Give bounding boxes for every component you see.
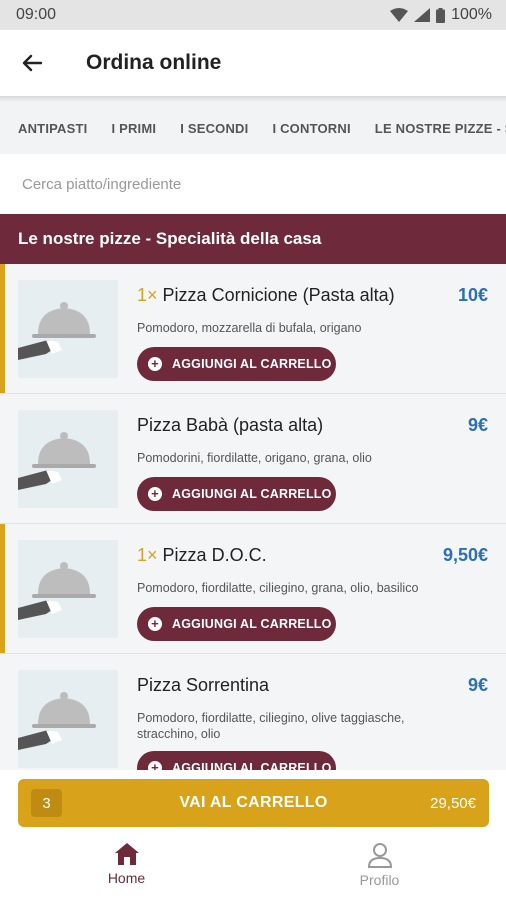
quantity-badge: 1× bbox=[137, 285, 158, 305]
go-to-cart-button[interactable]: 3 VAI AL CARRELLO 29,50€ bbox=[18, 779, 489, 827]
dish-name-text: Pizza D.O.C. bbox=[162, 545, 267, 565]
nav-label-profile: Profilo bbox=[359, 872, 400, 888]
dish-placeholder-image bbox=[18, 410, 118, 508]
plus-icon: + bbox=[148, 357, 162, 371]
add-to-cart-button[interactable]: + AGGIUNGI AL CARRELLO bbox=[137, 751, 336, 770]
tab-i-primi[interactable]: I PRIMI bbox=[111, 121, 156, 136]
tab-i-contorni[interactable]: I CONTORNI bbox=[272, 121, 350, 136]
home-icon bbox=[114, 843, 139, 865]
add-to-cart-button[interactable]: + AGGIUNGI AL CARRELLO bbox=[137, 607, 336, 641]
dish-name: Pizza Sorrentina bbox=[137, 675, 269, 696]
list-item[interactable]: 1× Pizza Cornicione (Pasta alta) 10€ Pom… bbox=[0, 264, 506, 394]
status-bar: 09:00 100% bbox=[0, 0, 506, 30]
add-to-cart-label: AGGIUNGI AL CARRELLO bbox=[172, 617, 332, 631]
dish-name-text: Pizza Cornicione (Pasta alta) bbox=[162, 285, 395, 305]
app-bar: Ordina online bbox=[0, 30, 506, 96]
dish-placeholder-image bbox=[18, 540, 118, 638]
dish-price: 9,50€ bbox=[442, 545, 488, 565]
add-to-cart-button[interactable]: + AGGIUNGI AL CARRELLO bbox=[137, 477, 336, 511]
list-item[interactable]: 1× Pizza D.O.C. 9,50€ Pomodoro, fiordila… bbox=[0, 524, 506, 654]
dish-name: 1× Pizza Cornicione (Pasta alta) bbox=[137, 285, 395, 306]
dish-description: Pomodoro, fiordilatte, ciliegino, grana,… bbox=[137, 581, 419, 595]
person-icon bbox=[367, 843, 392, 868]
search-input[interactable] bbox=[22, 175, 482, 193]
list-item[interactable]: Pizza Babà (pasta alta) 9€ Pomodorini, f… bbox=[0, 394, 506, 524]
cart-label: VAI AL CARRELLO bbox=[179, 794, 328, 811]
search-bar bbox=[0, 154, 506, 214]
cloche-icon bbox=[18, 302, 96, 360]
cloche-icon bbox=[18, 432, 96, 490]
bottom-navigation: Home Profilo bbox=[0, 836, 506, 900]
section-header: Le nostre pizze - Specialità della casa bbox=[0, 214, 506, 264]
signal-icon bbox=[414, 8, 431, 22]
plus-icon: + bbox=[148, 487, 162, 501]
quantity-badge: 1× bbox=[137, 545, 158, 565]
add-to-cart-label: AGGIUNGI AL CARRELLO bbox=[172, 487, 332, 501]
add-to-cart-label: AGGIUNGI AL CARRELLO bbox=[172, 761, 332, 770]
cart-total: 29,50€ bbox=[430, 794, 476, 812]
dish-description: Pomodoro, fiordilatte, ciliegino, olive … bbox=[137, 711, 405, 741]
dish-price: 10€ bbox=[457, 285, 488, 305]
status-time: 09:00 bbox=[16, 6, 57, 23]
back-button[interactable] bbox=[0, 30, 64, 96]
dish-price: 9€ bbox=[467, 675, 488, 695]
dish-placeholder-image bbox=[18, 670, 118, 768]
arrow-back-icon bbox=[22, 54, 42, 72]
tab-i-secondi[interactable]: I SECONDI bbox=[180, 121, 248, 136]
add-to-cart-button[interactable]: + AGGIUNGI AL CARRELLO bbox=[137, 347, 336, 381]
tab-antipasti[interactable]: ANTIPASTI bbox=[18, 121, 87, 136]
wifi-icon bbox=[390, 8, 409, 22]
category-tabs[interactable]: ANTIPASTI I PRIMI I SECONDI I CONTORNI L… bbox=[0, 102, 506, 154]
dish-name: Pizza Babà (pasta alta) bbox=[137, 415, 323, 436]
cloche-icon bbox=[18, 562, 96, 620]
add-to-cart-label: AGGIUNGI AL CARRELLO bbox=[172, 357, 332, 371]
nav-label-home: Home bbox=[107, 870, 146, 886]
cloche-icon bbox=[18, 692, 96, 750]
dish-description: Pomodorini, fiordilatte, origano, grana,… bbox=[137, 451, 372, 465]
dish-name-text: Pizza Sorrentina bbox=[137, 675, 270, 695]
nav-item-home[interactable]: Home bbox=[0, 836, 253, 900]
dish-price: 9€ bbox=[467, 415, 488, 435]
nav-item-profile[interactable]: Profilo bbox=[253, 836, 506, 900]
dish-description: Pomodoro, mozzarella di bufala, origano bbox=[137, 321, 362, 335]
product-list[interactable]: 1× Pizza Cornicione (Pasta alta) 10€ Pom… bbox=[0, 264, 506, 770]
dish-placeholder-image bbox=[18, 280, 118, 378]
plus-icon: + bbox=[148, 617, 162, 631]
dish-name: 1× Pizza D.O.C. bbox=[137, 545, 267, 566]
tab-le-nostre-pizze[interactable]: LE NOSTRE PIZZE - SPECIALITÀ DELLA CASA bbox=[375, 121, 506, 136]
status-icons: 100% bbox=[390, 6, 492, 24]
plus-icon: + bbox=[148, 761, 162, 770]
battery-icon bbox=[436, 7, 446, 23]
dish-name-text: Pizza Babà (pasta alta) bbox=[137, 415, 324, 435]
page-title: Ordina online bbox=[86, 51, 222, 74]
battery-level: 100% bbox=[451, 6, 492, 23]
list-item[interactable]: Pizza Sorrentina 9€ Pomodoro, fiordilatt… bbox=[0, 654, 506, 770]
